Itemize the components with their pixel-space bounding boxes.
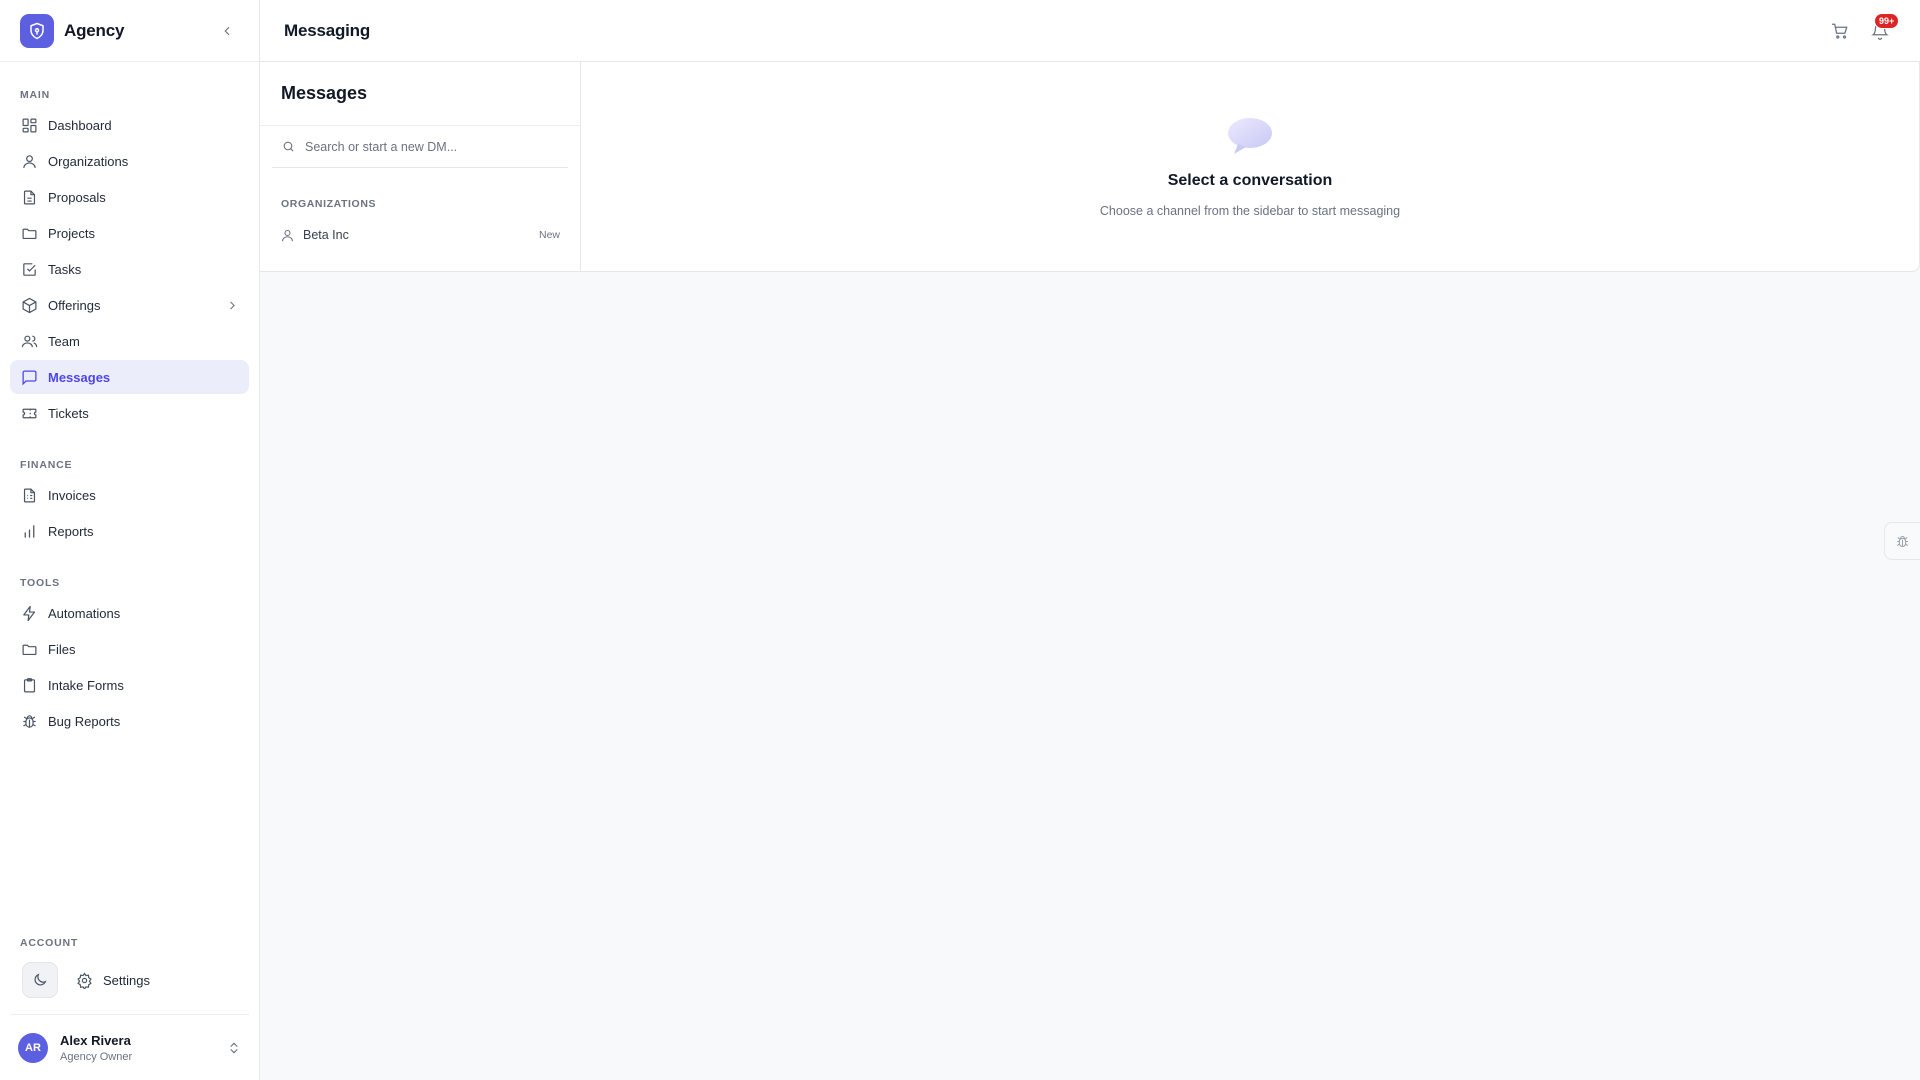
- sidebar-item-reports[interactable]: Reports: [10, 514, 249, 548]
- invoice-icon: [20, 486, 38, 504]
- sidebar-item-label: Dashboard: [48, 117, 112, 133]
- sidebar-item-automations[interactable]: Automations: [10, 596, 249, 630]
- sidebar-item-label: Intake Forms: [48, 677, 124, 693]
- page-title: Messaging: [284, 20, 371, 40]
- avatar: AR: [18, 1032, 48, 1063]
- bar-chart-icon: [20, 522, 38, 540]
- sidebar-item-files[interactable]: Files: [10, 632, 249, 666]
- sidebar-item-invoices[interactable]: Invoices: [10, 478, 249, 512]
- sidebar-item-intake-forms[interactable]: Intake Forms: [10, 668, 249, 702]
- chat-bubble-icon: [1228, 118, 1272, 154]
- chevron-left-icon: [224, 26, 230, 35]
- sidebar-item-bug-reports[interactable]: Bug Reports: [10, 704, 249, 738]
- sidebar-nav: MAIN Dashboard Organizations Proposals P…: [0, 62, 259, 936]
- sidebar-item-label: Tickets: [48, 405, 89, 421]
- notification-badge: 99+: [1874, 12, 1900, 29]
- section-label-finance: FINANCE: [20, 459, 73, 471]
- list-item[interactable]: Beta Inc New: [272, 218, 568, 252]
- sidebar-item-dashboard[interactable]: Dashboard: [10, 108, 249, 142]
- cart-icon: [1831, 23, 1848, 39]
- user-name: Alex Rivera: [60, 1032, 131, 1048]
- sidebar-item-label: Automations: [48, 605, 121, 621]
- gear-icon: [76, 971, 93, 989]
- sidebar-item-label: Proposals: [48, 189, 106, 205]
- sidebar-item-label: Reports: [48, 523, 94, 539]
- moon-icon: [34, 973, 47, 986]
- user-profile[interactable]: AR Alex Rivera Agency Owner: [10, 1014, 249, 1080]
- sidebar-item-messages[interactable]: Messages: [10, 360, 249, 394]
- sidebar-item-projects[interactable]: Projects: [10, 216, 249, 250]
- search-icon: [283, 141, 294, 152]
- user-icon: [20, 152, 38, 170]
- search-input[interactable]: [305, 139, 558, 154]
- account-section: ACCOUNT Settings: [0, 936, 259, 1014]
- theme-toggle-button[interactable]: [22, 962, 58, 998]
- bug-icon: [20, 712, 38, 730]
- user-role: Agency Owner: [60, 1050, 133, 1063]
- sidebar-item-label: Messages: [48, 369, 111, 385]
- settings-link[interactable]: Settings: [76, 971, 150, 989]
- sidebar-item-label: Offerings: [48, 297, 101, 313]
- collapse-sidebar-button[interactable]: [215, 19, 239, 43]
- sidebar-item-tickets[interactable]: Tickets: [10, 396, 249, 430]
- brand-header: Agency: [0, 0, 259, 62]
- ticket-icon: [20, 404, 38, 422]
- section-label-account: ACCOUNT: [20, 937, 79, 949]
- brand-name: Agency: [64, 20, 125, 40]
- document-icon: [20, 188, 38, 206]
- topbar: Messaging 99+: [260, 0, 1920, 62]
- folder-icon: [20, 224, 38, 242]
- dashboard-icon: [20, 116, 38, 134]
- sidebar-item-offerings[interactable]: Offerings: [10, 288, 249, 322]
- sidebar-item-team[interactable]: Team: [10, 324, 249, 358]
- conversation-list: Messages ORGANIZATIONS Beta Inc New: [260, 62, 581, 272]
- chevron-up-down-icon[interactable]: [227, 1041, 241, 1055]
- empty-state-subtitle: Choose a channel from the sidebar to sta…: [1099, 204, 1401, 218]
- sidebar-item-label: Organizations: [48, 153, 129, 169]
- notifications-button[interactable]: 99+: [1864, 12, 1900, 47]
- folder-icon: [20, 640, 38, 658]
- group-label-organizations: ORGANIZATIONS: [281, 198, 377, 210]
- settings-label: Settings: [103, 972, 150, 988]
- sidebar-item-label: Team: [48, 333, 80, 349]
- bug-icon: [1896, 535, 1909, 547]
- conversation-name: Beta Inc: [303, 228, 349, 242]
- bug-report-tab[interactable]: [1884, 522, 1920, 560]
- search-box: [272, 126, 568, 168]
- section-label-tools: TOOLS: [20, 577, 60, 589]
- sidebar-item-label: Bug Reports: [48, 713, 121, 729]
- messages-title: Messages: [281, 83, 368, 103]
- clipboard-icon: [20, 676, 38, 694]
- sidebar-item-label: Tasks: [48, 261, 82, 277]
- user-icon: [281, 229, 294, 241]
- empty-state-title: Select a conversation: [1167, 172, 1333, 189]
- sidebar-item-label: Invoices: [48, 487, 96, 503]
- section-label-main: MAIN: [20, 89, 51, 101]
- chevron-right-icon: [230, 301, 235, 309]
- sidebar: Agency MAIN Dashboard Organizations Prop…: [0, 0, 260, 1080]
- users-icon: [20, 332, 38, 350]
- cart-button[interactable]: [1824, 15, 1856, 47]
- sidebar-item-tasks[interactable]: Tasks: [10, 252, 249, 286]
- message-icon: [20, 368, 38, 386]
- sidebar-item-label: Projects: [48, 225, 95, 241]
- sidebar-item-label: Files: [48, 641, 76, 657]
- sidebar-item-organizations[interactable]: Organizations: [10, 144, 249, 178]
- sidebar-item-proposals[interactable]: Proposals: [10, 180, 249, 214]
- lightning-icon: [20, 604, 38, 622]
- messaging-panel: Messages ORGANIZATIONS Beta Inc New Sele…: [260, 62, 1920, 272]
- box-icon: [20, 296, 38, 314]
- checkbox-icon: [20, 260, 38, 278]
- shield-logo-icon[interactable]: [20, 13, 54, 48]
- conversation-tag: New: [538, 229, 560, 241]
- conversation-empty-state: Select a conversation Choose a channel f…: [581, 62, 1920, 272]
